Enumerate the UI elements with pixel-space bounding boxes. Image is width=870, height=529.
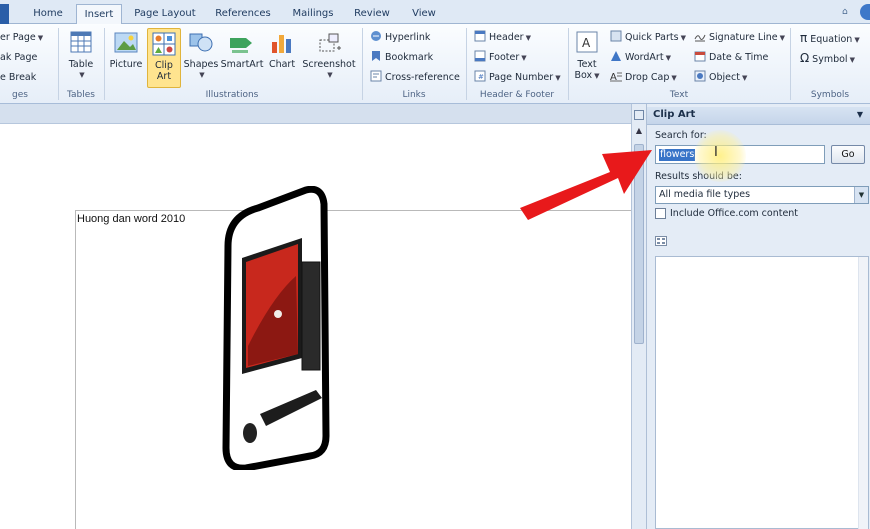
- screenshot-button[interactable]: Screenshot ▼: [300, 30, 358, 81]
- signature-line-button[interactable]: Signature Line ▼: [694, 30, 785, 46]
- calendar-icon: [694, 51, 706, 62]
- svg-text:#: #: [478, 73, 484, 81]
- search-selected-text: flowers: [659, 149, 696, 161]
- smartart-button[interactable]: SmartArt: [220, 30, 264, 70]
- tab-insert[interactable]: Insert: [76, 4, 122, 25]
- tab-references[interactable]: References: [208, 4, 278, 24]
- hyperlink-button[interactable]: Hyperlink: [370, 30, 430, 46]
- group-label-text: Text: [669, 90, 689, 100]
- file-tab[interactable]: [0, 4, 9, 24]
- horizontal-ruler: [0, 104, 631, 124]
- scroll-up-icon[interactable]: ▲: [634, 126, 644, 136]
- svg-text:A: A: [582, 36, 591, 50]
- media-type-value: All media file types: [659, 189, 751, 200]
- page-number-icon: #: [474, 70, 486, 82]
- page-break-button[interactable]: e Break: [0, 70, 36, 86]
- group-label-illustrations: Illustrations: [205, 90, 259, 100]
- organize-clips-icon[interactable]: [655, 236, 667, 246]
- mouse-icon: [243, 423, 257, 443]
- cross-reference-button[interactable]: Cross-reference: [370, 70, 460, 86]
- pi-icon: π: [800, 31, 808, 45]
- pane-menu-chevron-icon[interactable]: ▼: [857, 110, 863, 119]
- tab-home[interactable]: Home: [22, 4, 74, 24]
- object-icon: [694, 70, 706, 82]
- wordart-icon: [611, 51, 621, 61]
- clip-art-button[interactable]: Clip Art: [147, 28, 181, 88]
- quick-parts-icon: [610, 30, 622, 42]
- group-label-pages: ges: [12, 90, 28, 100]
- monitor-icon: [242, 238, 302, 374]
- footer-button[interactable]: Footer ▼: [474, 50, 527, 66]
- inserted-computer-picture[interactable]: [218, 186, 330, 470]
- red-arrow-annotation: [520, 150, 652, 220]
- help-icon[interactable]: [860, 4, 870, 20]
- cross-reference-icon: [370, 70, 382, 82]
- tab-mailings[interactable]: Mailings: [284, 4, 342, 24]
- tab-view[interactable]: View: [402, 4, 446, 24]
- ribbon-tab-bar: Home Insert Page Layout References Maili…: [0, 0, 870, 25]
- quick-parts-button[interactable]: Quick Parts ▼: [610, 30, 686, 46]
- shapes-button[interactable]: Shapes ▼: [183, 30, 219, 81]
- group-label-header-footer: Header & Footer: [479, 90, 555, 100]
- go-button[interactable]: Go: [831, 145, 865, 164]
- office-content-checkbox[interactable]: [655, 208, 666, 219]
- cursor-highlight: [694, 130, 746, 182]
- object-button[interactable]: Object ▼: [694, 70, 747, 86]
- header-icon: [474, 30, 486, 42]
- drop-cap-button[interactable]: A Drop Cap ▼: [610, 70, 677, 86]
- office-content-label: Include Office.com content: [670, 208, 799, 219]
- picture-button[interactable]: Picture: [108, 30, 144, 70]
- ruler-toggle-icon[interactable]: [634, 110, 644, 120]
- omega-icon: Ω: [800, 51, 810, 65]
- page-number-button[interactable]: # Page Number ▼: [474, 70, 561, 86]
- ribbon: er Page ▼ ak Page e Break ges Table ▼ Tabl…: [0, 24, 870, 104]
- screenshot-icon: [319, 33, 341, 52]
- chart-icon: [272, 35, 291, 53]
- computer-tower-icon: [301, 261, 321, 371]
- text-box-button[interactable]: A Text Box ▼: [572, 30, 602, 82]
- signature-line-icon: [694, 34, 706, 42]
- footer-icon: [474, 50, 486, 62]
- clip-art-pane: Clip Art ▼ Search for: flowers Go Result…: [646, 104, 870, 529]
- pane-title: Clip Art: [653, 109, 696, 120]
- clip-art-icon: [152, 32, 176, 56]
- chevron-down-icon[interactable]: ▼: [854, 187, 868, 203]
- document-text[interactable]: Huong dan word 2010: [77, 213, 185, 225]
- bookmark-icon: [372, 51, 380, 61]
- cover-page-button[interactable]: er Page ▼: [0, 30, 43, 46]
- bookmark-button[interactable]: Bookmark: [370, 50, 433, 66]
- date-time-button[interactable]: Date & Time: [694, 50, 768, 66]
- results-list[interactable]: [655, 256, 869, 529]
- blank-page-button[interactable]: ak Page: [0, 50, 37, 66]
- shapes-icon: [189, 33, 213, 52]
- tab-page-layout[interactable]: Page Layout: [128, 4, 202, 24]
- table-button[interactable]: Table ▼: [62, 30, 100, 81]
- minimize-ribbon-icon[interactable]: ⌂: [842, 7, 852, 17]
- ibeam-cursor-icon: I: [714, 145, 718, 160]
- symbol-button[interactable]: Ω Symbol ▼: [800, 50, 855, 66]
- pane-header: Clip Art ▼: [647, 107, 870, 125]
- text-box-icon: A: [576, 31, 598, 53]
- results-scrollbar[interactable]: [858, 257, 868, 529]
- group-label-tables: Tables: [67, 90, 95, 100]
- tab-review[interactable]: Review: [348, 4, 396, 24]
- equation-button[interactable]: π Equation ▼: [800, 30, 860, 46]
- table-icon: [70, 31, 92, 53]
- group-label-links: Links: [402, 90, 426, 100]
- media-type-select[interactable]: All media file types ▼: [655, 186, 869, 204]
- header-button[interactable]: Header ▼: [474, 30, 531, 46]
- chart-button[interactable]: Chart: [266, 30, 298, 70]
- smartart-icon: [230, 38, 252, 53]
- hyperlink-icon: [371, 31, 381, 41]
- wordart-button[interactable]: WordArt ▼: [610, 50, 671, 66]
- page-boundary: [75, 210, 631, 529]
- drop-cap-icon: A: [610, 72, 622, 82]
- group-label-symbols: Symbols: [810, 90, 850, 100]
- picture-icon: [114, 32, 138, 53]
